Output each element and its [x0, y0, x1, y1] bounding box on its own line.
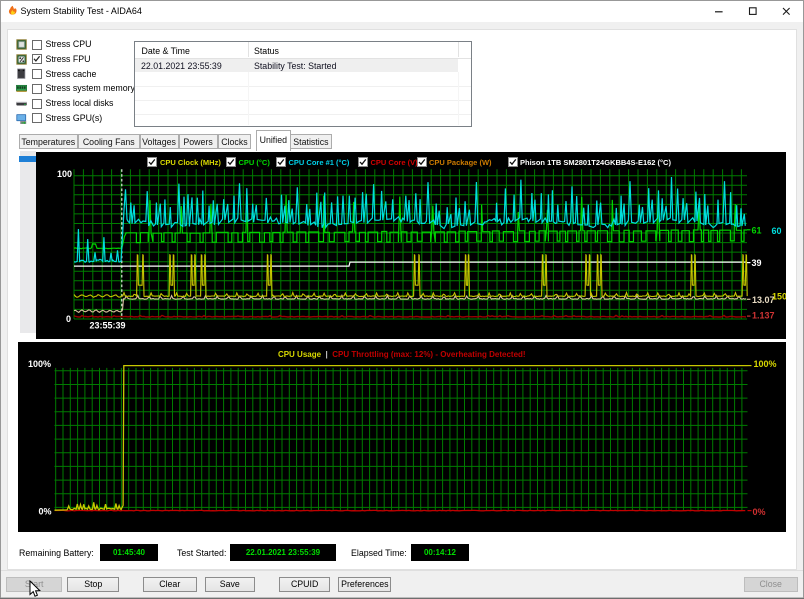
svg-text:1.137: 1.137 — [752, 310, 774, 320]
svg-text:0%: 0% — [752, 507, 765, 517]
svg-text:61: 61 — [751, 225, 761, 235]
svg-text:0: 0 — [66, 313, 71, 323]
svg-text:60: 60 — [771, 225, 781, 235]
svg-text:100%: 100% — [753, 359, 776, 369]
svg-text:100: 100 — [57, 168, 72, 178]
svg-text:1500: 1500 — [772, 291, 786, 301]
svg-text:39: 39 — [751, 258, 761, 268]
svg-text:0%: 0% — [38, 506, 51, 516]
svg-text:23:55:39: 23:55:39 — [90, 320, 126, 330]
svg-text:100%: 100% — [27, 359, 50, 369]
